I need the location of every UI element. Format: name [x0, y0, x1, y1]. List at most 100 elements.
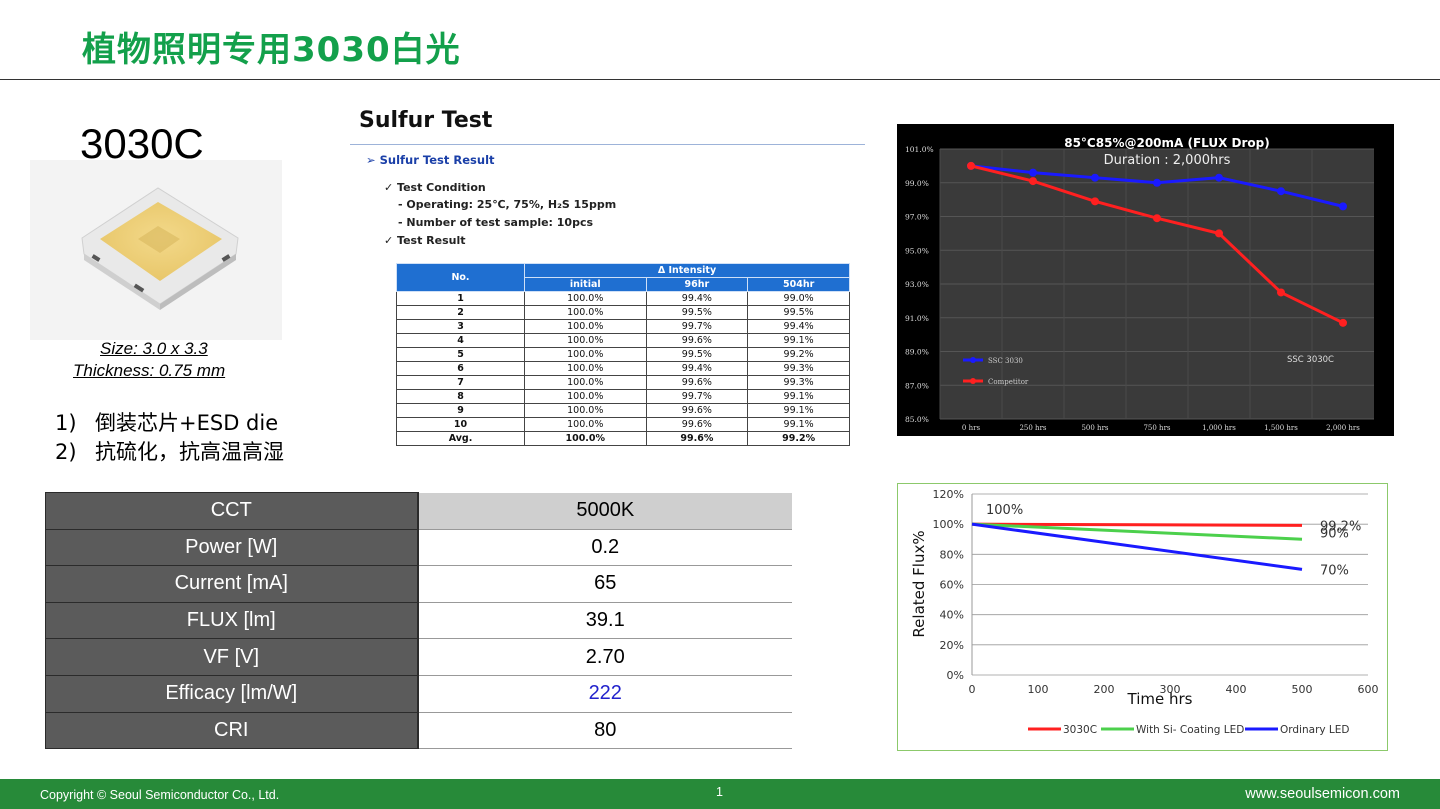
- table-row: 6 100.0% 99.4% 99.3%: [396, 361, 850, 376]
- table-cell-value: 99.4%: [645, 291, 749, 306]
- table-cell-no: Avg.: [396, 431, 525, 446]
- spec-row: FLUX [lm] 39.1: [45, 601, 792, 640]
- spec-value: 222: [417, 675, 792, 713]
- table-cell-no: 9: [396, 403, 525, 418]
- table-cell-value: 100.0%: [524, 403, 647, 418]
- table-row: Avg. 100.0% 99.6% 99.2%: [396, 431, 850, 446]
- y-tick-label: 93.0%: [905, 280, 929, 289]
- flux-comparison-chart: 0% 20% 40% 60% 80% 100% 120% 0 100 200 300 400 500 60…: [897, 483, 1388, 751]
- spec-row: CCT 5000K: [45, 492, 792, 530]
- legend-label: Competitor: [988, 378, 1029, 386]
- sulfur-test-title: Sulfur Test: [359, 108, 493, 133]
- x-tick-label: 1,500 hrs: [1264, 424, 1298, 432]
- table-cell-no: 10: [396, 417, 525, 432]
- table-row: 2 100.0% 99.5% 99.5%: [396, 305, 850, 320]
- spec-row: Power [W] 0.2: [45, 528, 792, 567]
- feature-item: 2) 抗硫化，抗高温高湿: [55, 436, 284, 466]
- spec-label: VF [V]: [45, 638, 419, 676]
- data-point: [1153, 214, 1161, 223]
- slide-title: 植物照明专用3030白光: [82, 30, 461, 70]
- table-cell-value: 99.5%: [645, 305, 749, 320]
- y-tick-label: 91.0%: [905, 314, 929, 323]
- table-cell-value: 99.0%: [747, 291, 850, 306]
- table-cell-value: 99.1%: [747, 417, 850, 432]
- sulfur-result-table: No. Δ Intensity initial 96hr 504hr 1 100.…: [396, 263, 850, 446]
- table-cell-value: 99.3%: [747, 375, 850, 390]
- spec-label: FLUX [lm]: [45, 601, 419, 640]
- table-cell-value: 100.0%: [524, 319, 647, 334]
- spec-row: Current [mA] 65: [45, 565, 792, 603]
- led-package-image: [81, 187, 239, 310]
- y-tick-label: 40%: [940, 609, 964, 622]
- table-row: 9 100.0% 99.6% 99.1%: [396, 403, 850, 418]
- spec-table: CCT 5000K Power [W] 0.2 Current [mA] 65 FLUX […: [45, 492, 792, 750]
- table-cell-value: 99.6%: [645, 417, 749, 432]
- data-point: [1277, 288, 1285, 297]
- table-row: 3 100.0% 99.7% 99.4%: [396, 319, 850, 334]
- table-cell-value: 99.2%: [747, 431, 850, 446]
- table-cell-value: 99.1%: [747, 403, 850, 418]
- data-point: [1339, 318, 1347, 327]
- legend-label: 3030C: [1063, 724, 1097, 736]
- feature-text: 抗硫化，抗高温高湿: [95, 440, 284, 464]
- table-cell-no: 5: [396, 347, 525, 362]
- legend-label: With Si- Coating LED: [1136, 724, 1244, 736]
- table-cell-value: 99.7%: [645, 319, 749, 334]
- test-result-heading: ✓ Test Result: [384, 234, 466, 247]
- y-tick-label: 100%: [933, 518, 964, 531]
- footer-website-link[interactable]: www.seoulsemicon.com: [1245, 786, 1400, 802]
- table-row: 7 100.0% 99.6% 99.3%: [396, 375, 850, 390]
- table-cell-no: 2: [396, 305, 525, 320]
- spec-label: Efficacy [lm/W]: [45, 674, 419, 713]
- spec-row: Efficacy [lm/W] 222: [45, 674, 792, 713]
- column-header-96hr: 96hr: [645, 277, 749, 292]
- series-end-label: 70%: [1320, 563, 1349, 578]
- y-tick-label: 87.0%: [905, 381, 929, 390]
- flux-drop-chart: 101.0% 99.0% 97.0% 95.0% 93.0% 91.0% 89.0% 87.0…: [897, 124, 1394, 436]
- table-cell-value: 100.0%: [524, 417, 647, 432]
- table-cell-value: 100.0%: [524, 375, 647, 390]
- column-header-initial: initial: [524, 277, 647, 292]
- legend-label: Ordinary LED: [1280, 724, 1350, 736]
- table-cell-value: 100.0%: [524, 305, 647, 320]
- table-cell-value: 100.0%: [524, 431, 647, 446]
- data-point: [1091, 197, 1099, 206]
- table-cell-value: 99.5%: [645, 347, 749, 362]
- table-row: 4 100.0% 99.6% 99.1%: [396, 333, 850, 348]
- table-cell-value: 100.0%: [524, 291, 647, 306]
- y-tick-label: 120%: [933, 488, 964, 501]
- table-cell-value: 99.1%: [747, 389, 850, 404]
- x-tick-label: 750 hrs: [1143, 424, 1170, 432]
- chart-title: 85°C85%@200mA (FLUX Drop): [1064, 136, 1270, 150]
- data-point: [1029, 177, 1037, 186]
- legend-label: SSC 3030: [988, 357, 1023, 365]
- y-tick-label: 89.0%: [905, 348, 929, 357]
- table-row: 10 100.0% 99.6% 99.1%: [396, 417, 850, 432]
- y-tick-label: 101.0%: [905, 145, 934, 154]
- table-cell-value: 99.6%: [645, 333, 749, 348]
- sulfur-result-heading: ➢ Sulfur Test Result: [366, 153, 495, 167]
- x-tick-label: 250 hrs: [1019, 424, 1046, 432]
- feature-number: 2): [55, 440, 77, 464]
- table-cell-no: 1: [396, 291, 525, 306]
- y-tick-label: 97.0%: [905, 213, 929, 222]
- table-cell-value: 100.0%: [524, 361, 647, 376]
- table-cell-value: 99.6%: [645, 403, 749, 418]
- data-point: [1277, 187, 1285, 196]
- data-point: [1215, 229, 1223, 238]
- flux-comparison-chart-svg: 0%20%40%60%80%100%120%0 100 200 300 400 500 60…: [910, 488, 1379, 736]
- table-cell-value: 99.5%: [747, 305, 850, 320]
- x-tick-label: 500: [1292, 683, 1313, 696]
- x-tick-label: 0 hrs: [962, 424, 981, 432]
- page-number: 1: [716, 785, 723, 799]
- table-cell-value: 100.0%: [524, 333, 647, 348]
- x-axis-title: Time hrs: [1127, 690, 1193, 708]
- table-cell-value: 99.7%: [645, 389, 749, 404]
- spec-label: Current [mA]: [45, 565, 419, 603]
- feature-number: 1): [55, 411, 77, 435]
- y-axis-title: Related Flux%: [910, 530, 928, 637]
- spec-value: 39.1: [417, 602, 792, 640]
- x-tick-label: 500 hrs: [1081, 424, 1108, 432]
- x-tick-label: 100: [1028, 683, 1049, 696]
- table-cell-no: 7: [396, 375, 525, 390]
